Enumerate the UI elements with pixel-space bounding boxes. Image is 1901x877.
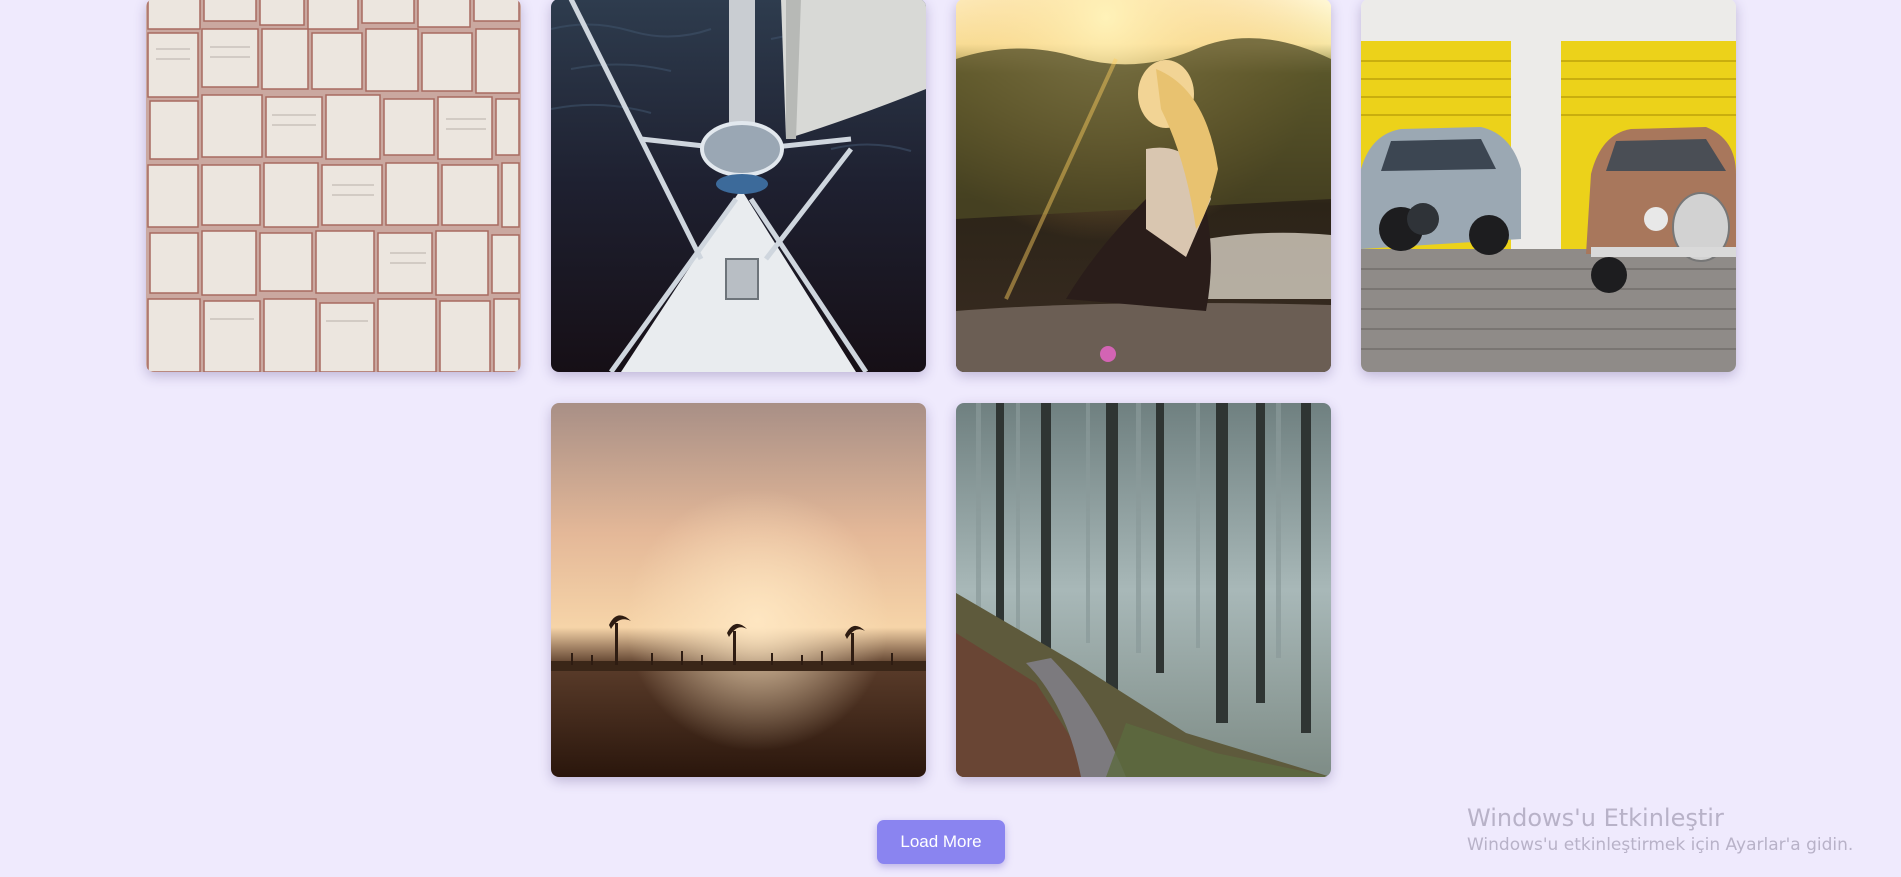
- gallery-photo-books[interactable]: [146, 0, 521, 372]
- palms-dusk-image: [551, 403, 926, 777]
- misty-forest-image: [956, 403, 1331, 777]
- sunset-woman-image: [956, 0, 1331, 372]
- watermark-subtitle: Windows'u etkinleştirmek için Ayarlar'a …: [1467, 835, 1854, 855]
- photo-gallery: [0, 0, 1901, 877]
- windows-activation-watermark: Windows'u Etkinleştir Windows'u etkinleş…: [1467, 803, 1853, 857]
- gallery-photo-vintage-cars[interactable]: [1361, 0, 1736, 372]
- books-image: [146, 0, 521, 372]
- gallery-photo-misty-forest[interactable]: [956, 403, 1331, 777]
- sailboat-image: [551, 0, 926, 372]
- gallery-photo-sunset-woman[interactable]: [956, 0, 1331, 372]
- gallery-photo-sailboat[interactable]: [551, 0, 926, 372]
- gallery-photo-palms-dusk[interactable]: [551, 403, 926, 777]
- vintage-cars-image: [1361, 0, 1736, 372]
- load-more-button[interactable]: Load More: [877, 820, 1005, 864]
- watermark-title: Windows'u Etkinleştir: [1467, 804, 1724, 832]
